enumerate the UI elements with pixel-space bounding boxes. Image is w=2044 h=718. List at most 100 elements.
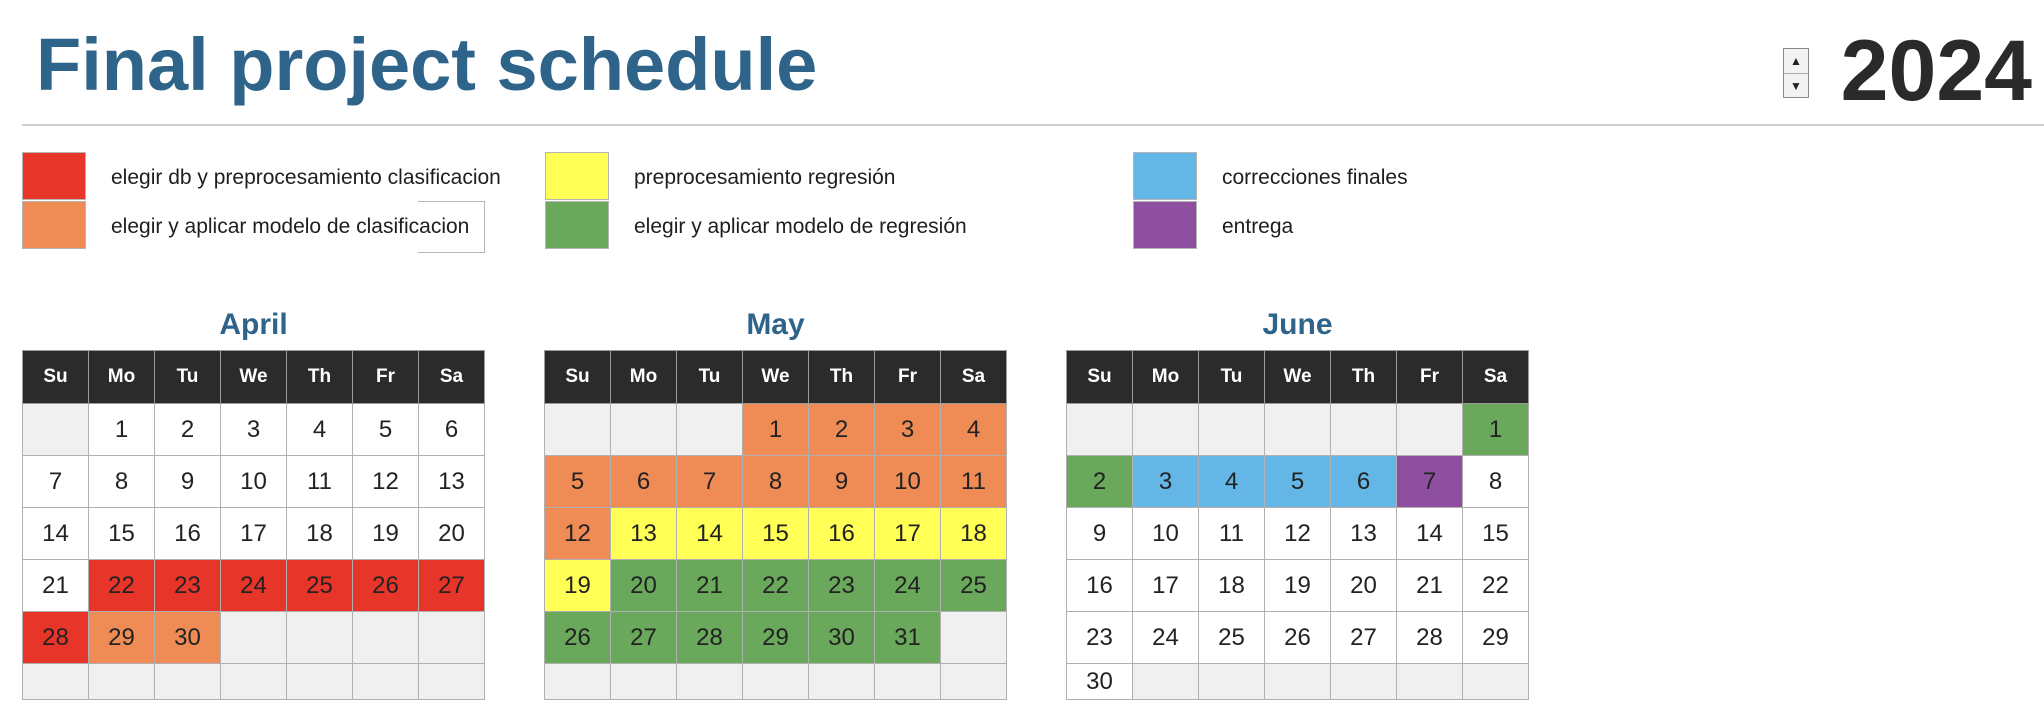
legend-swatch[interactable]: [22, 152, 86, 200]
day-cell[interactable]: 14: [1396, 507, 1463, 560]
day-cell[interactable]: 23: [808, 559, 875, 612]
day-cell[interactable]: 29: [88, 611, 155, 664]
day-cell[interactable]: 15: [88, 507, 155, 560]
day-cell[interactable]: 21: [1396, 559, 1463, 612]
day-cell[interactable]: 21: [676, 559, 743, 612]
day-cell[interactable]: 20: [610, 559, 677, 612]
day-cell[interactable]: 2: [1066, 455, 1133, 508]
day-cell[interactable]: 5: [544, 455, 611, 508]
empty-day-cell[interactable]: [418, 663, 485, 700]
empty-day-cell[interactable]: [220, 663, 287, 700]
day-cell[interactable]: 6: [610, 455, 677, 508]
empty-day-cell[interactable]: [88, 663, 155, 700]
empty-day-cell[interactable]: [610, 403, 677, 456]
empty-day-cell[interactable]: [1198, 403, 1265, 456]
empty-day-cell[interactable]: [1396, 403, 1463, 456]
day-cell[interactable]: 3: [1132, 455, 1199, 508]
day-cell[interactable]: 29: [742, 611, 809, 664]
day-cell[interactable]: 2: [808, 403, 875, 456]
day-cell[interactable]: 17: [220, 507, 287, 560]
day-cell[interactable]: 18: [940, 507, 1007, 560]
empty-day-cell[interactable]: [352, 611, 419, 664]
day-cell[interactable]: 19: [1264, 559, 1331, 612]
day-cell[interactable]: 16: [154, 507, 221, 560]
day-cell[interactable]: 24: [1132, 611, 1199, 664]
empty-day-cell[interactable]: [940, 663, 1007, 700]
day-cell[interactable]: 31: [874, 611, 941, 664]
day-cell[interactable]: 1: [88, 403, 155, 456]
empty-day-cell[interactable]: [1330, 663, 1397, 700]
day-cell[interactable]: 3: [874, 403, 941, 456]
empty-day-cell[interactable]: [1132, 663, 1199, 700]
day-cell[interactable]: 13: [1330, 507, 1397, 560]
legend-swatch[interactable]: [545, 201, 609, 249]
empty-day-cell[interactable]: [874, 663, 941, 700]
empty-day-cell[interactable]: [676, 403, 743, 456]
day-cell[interactable]: 6: [1330, 455, 1397, 508]
legend-swatch[interactable]: [22, 201, 86, 249]
day-cell[interactable]: 10: [874, 455, 941, 508]
day-cell[interactable]: 4: [940, 403, 1007, 456]
day-cell[interactable]: 4: [286, 403, 353, 456]
day-cell[interactable]: 15: [742, 507, 809, 560]
day-cell[interactable]: 28: [22, 611, 89, 664]
empty-day-cell[interactable]: [1132, 403, 1199, 456]
day-cell[interactable]: 29: [1462, 611, 1529, 664]
day-cell[interactable]: 8: [88, 455, 155, 508]
day-cell[interactable]: 26: [544, 611, 611, 664]
day-cell[interactable]: 15: [1462, 507, 1529, 560]
empty-day-cell[interactable]: [352, 663, 419, 700]
day-cell[interactable]: 30: [1066, 663, 1133, 700]
day-cell[interactable]: 14: [22, 507, 89, 560]
day-cell[interactable]: 2: [154, 403, 221, 456]
legend-swatch[interactable]: [1133, 201, 1197, 249]
day-cell[interactable]: 26: [352, 559, 419, 612]
day-cell[interactable]: 28: [676, 611, 743, 664]
empty-day-cell[interactable]: [544, 403, 611, 456]
empty-day-cell[interactable]: [544, 663, 611, 700]
day-cell[interactable]: 17: [1132, 559, 1199, 612]
empty-day-cell[interactable]: [1198, 663, 1265, 700]
empty-day-cell[interactable]: [154, 663, 221, 700]
day-cell[interactable]: 13: [418, 455, 485, 508]
spinner-up-icon[interactable]: ▲: [1784, 49, 1808, 74]
day-cell[interactable]: 27: [610, 611, 677, 664]
empty-day-cell[interactable]: [808, 663, 875, 700]
day-cell[interactable]: 5: [352, 403, 419, 456]
day-cell[interactable]: 25: [940, 559, 1007, 612]
day-cell[interactable]: 9: [1066, 507, 1133, 560]
spinner-down-icon[interactable]: ▼: [1784, 74, 1808, 98]
day-cell[interactable]: 22: [88, 559, 155, 612]
empty-day-cell[interactable]: [1396, 663, 1463, 700]
empty-day-cell[interactable]: [418, 611, 485, 664]
day-cell[interactable]: 26: [1264, 611, 1331, 664]
empty-day-cell[interactable]: [286, 663, 353, 700]
day-cell[interactable]: 25: [286, 559, 353, 612]
day-cell[interactable]: 20: [418, 507, 485, 560]
day-cell[interactable]: 13: [610, 507, 677, 560]
empty-day-cell[interactable]: [1330, 403, 1397, 456]
day-cell[interactable]: 6: [418, 403, 485, 456]
day-cell[interactable]: 5: [1264, 455, 1331, 508]
legend-swatch[interactable]: [545, 152, 609, 200]
day-cell[interactable]: 7: [676, 455, 743, 508]
empty-day-cell[interactable]: [1264, 663, 1331, 700]
day-cell[interactable]: 12: [1264, 507, 1331, 560]
day-cell[interactable]: 11: [1198, 507, 1265, 560]
day-cell[interactable]: 1: [1462, 403, 1529, 456]
day-cell[interactable]: 14: [676, 507, 743, 560]
day-cell[interactable]: 24: [220, 559, 287, 612]
day-cell[interactable]: 8: [1462, 455, 1529, 508]
day-cell[interactable]: 12: [352, 455, 419, 508]
empty-day-cell[interactable]: [22, 663, 89, 700]
empty-day-cell[interactable]: [742, 663, 809, 700]
day-cell[interactable]: 18: [286, 507, 353, 560]
day-cell[interactable]: 9: [154, 455, 221, 508]
empty-day-cell[interactable]: [220, 611, 287, 664]
day-cell[interactable]: 1: [742, 403, 809, 456]
day-cell[interactable]: 23: [1066, 611, 1133, 664]
empty-day-cell[interactable]: [676, 663, 743, 700]
day-cell[interactable]: 30: [154, 611, 221, 664]
day-cell[interactable]: 23: [154, 559, 221, 612]
day-cell[interactable]: 17: [874, 507, 941, 560]
